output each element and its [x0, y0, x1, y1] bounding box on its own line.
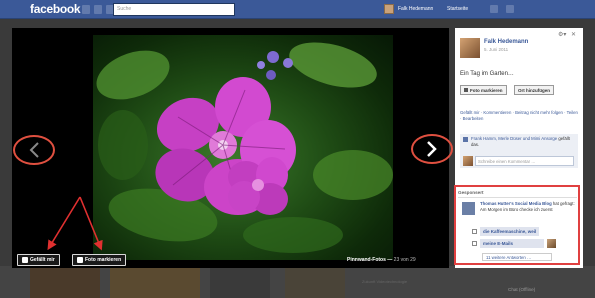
- avatar: [384, 4, 394, 14]
- add-location-button[interactable]: Ort hinzufügen: [514, 85, 554, 95]
- chevron-right-icon: [427, 141, 437, 157]
- poll-option-label: die Kaffeemaschine, weil: [480, 227, 540, 236]
- avatar: [463, 156, 473, 166]
- flower-image: [96, 42, 393, 253]
- account-menu-icon[interactable]: [506, 5, 514, 13]
- add-location-label: Ort hinzufügen: [518, 87, 550, 93]
- chat-status[interactable]: Chat (Offline): [508, 287, 535, 292]
- comment-composer: Schreibe einen Kommentar …: [460, 154, 578, 168]
- tag-icon: [77, 257, 83, 263]
- poll-option[interactable]: die Kaffeemaschine, weil: [472, 227, 540, 236]
- like-photo-button[interactable]: Gefällt mir: [17, 254, 60, 266]
- tag-photo-button[interactable]: Foto markieren: [72, 254, 127, 266]
- sponsor-page-name[interactable]: Thomas Hutter's Social Media Blog: [480, 201, 552, 206]
- friend-requests-icon[interactable]: [82, 5, 90, 14]
- close-icon[interactable]: ✕: [571, 31, 576, 38]
- poll-option[interactable]: meine E-Mails: [472, 239, 556, 248]
- tag-icon: [464, 88, 468, 92]
- photo-caption: Ein Tag im Garten…: [460, 71, 514, 77]
- tag-photo-label: Foto markieren: [85, 257, 122, 263]
- background-thumbnail: [210, 268, 270, 298]
- post-date[interactable]: 5. Juni 2011: [484, 47, 508, 52]
- messages-icon[interactable]: [94, 5, 102, 14]
- likes-text: Frank Hamm, Merle Düser und Mimi Ansorge…: [471, 136, 575, 148]
- more-answers-link[interactable]: 11 weitere Antworten …: [482, 253, 552, 261]
- facebook-logo[interactable]: facebook: [30, 2, 81, 16]
- background-thumbnail: [285, 268, 345, 298]
- likes-summary: Frank Hamm, Merle Düser und Mimi Ansorge…: [460, 134, 578, 154]
- sponsored-question: Thomas Hutter's Social Media Blog hat ge…: [480, 201, 578, 213]
- background-thumbnail: [110, 268, 200, 298]
- photo-viewer: [12, 28, 449, 268]
- background-link: Zukunft Videotechnologie: [362, 279, 408, 284]
- next-photo-button[interactable]: [411, 134, 453, 164]
- notification-icons: [82, 5, 114, 14]
- sponsor-avatar[interactable]: [462, 202, 475, 215]
- poll-option-label: meine E-Mails: [480, 239, 544, 248]
- thumbs-up-icon: [463, 137, 468, 142]
- privacy-icon[interactable]: [490, 5, 498, 13]
- comment-input[interactable]: Schreibe einen Kommentar …: [475, 156, 574, 166]
- tag-photo-panel-label: Foto markieren: [470, 87, 503, 93]
- poll-checkbox[interactable]: [472, 241, 477, 246]
- photo-counter: 23 von 29: [393, 257, 416, 263]
- voter-avatar: [547, 239, 556, 248]
- facebook-top-bar: facebook Suche Falk Hedemann Startseite: [0, 0, 595, 19]
- album-info: Pinnwand-Fotos — 23 von 29: [347, 257, 416, 263]
- user-name: Falk Hedemann: [398, 6, 434, 12]
- profile-link[interactable]: Falk Hedemann: [384, 4, 433, 14]
- poll-checkbox[interactable]: [472, 229, 477, 234]
- divider: [458, 197, 577, 198]
- author-name[interactable]: Falk Hedemann: [484, 39, 528, 45]
- account-icons: [490, 5, 514, 13]
- gear-icon[interactable]: ⚙▾: [558, 31, 566, 38]
- sponsored-heading: Gesponsert: [458, 190, 484, 195]
- likers-names[interactable]: Frank Hamm, Merle Düser und Mimi Ansorge: [471, 136, 557, 141]
- album-title[interactable]: Pinnwand-Fotos: [347, 257, 386, 263]
- background-thumbnail: [30, 268, 100, 298]
- search-input[interactable]: Suche: [113, 3, 235, 16]
- thumbs-up-icon: [22, 257, 28, 263]
- previous-photo-button[interactable]: [13, 135, 55, 165]
- like-photo-label: Gefällt mir: [30, 257, 55, 263]
- author-avatar[interactable]: [460, 38, 480, 58]
- photo-purple-flower[interactable]: [93, 35, 393, 260]
- post-action-links[interactable]: Gefällt mir · Kommentieren · Beitrag nic…: [460, 110, 578, 122]
- tag-photo-panel-button[interactable]: Foto markieren: [460, 85, 507, 95]
- chevron-left-icon: [29, 142, 39, 158]
- home-link[interactable]: Startseite: [447, 6, 468, 12]
